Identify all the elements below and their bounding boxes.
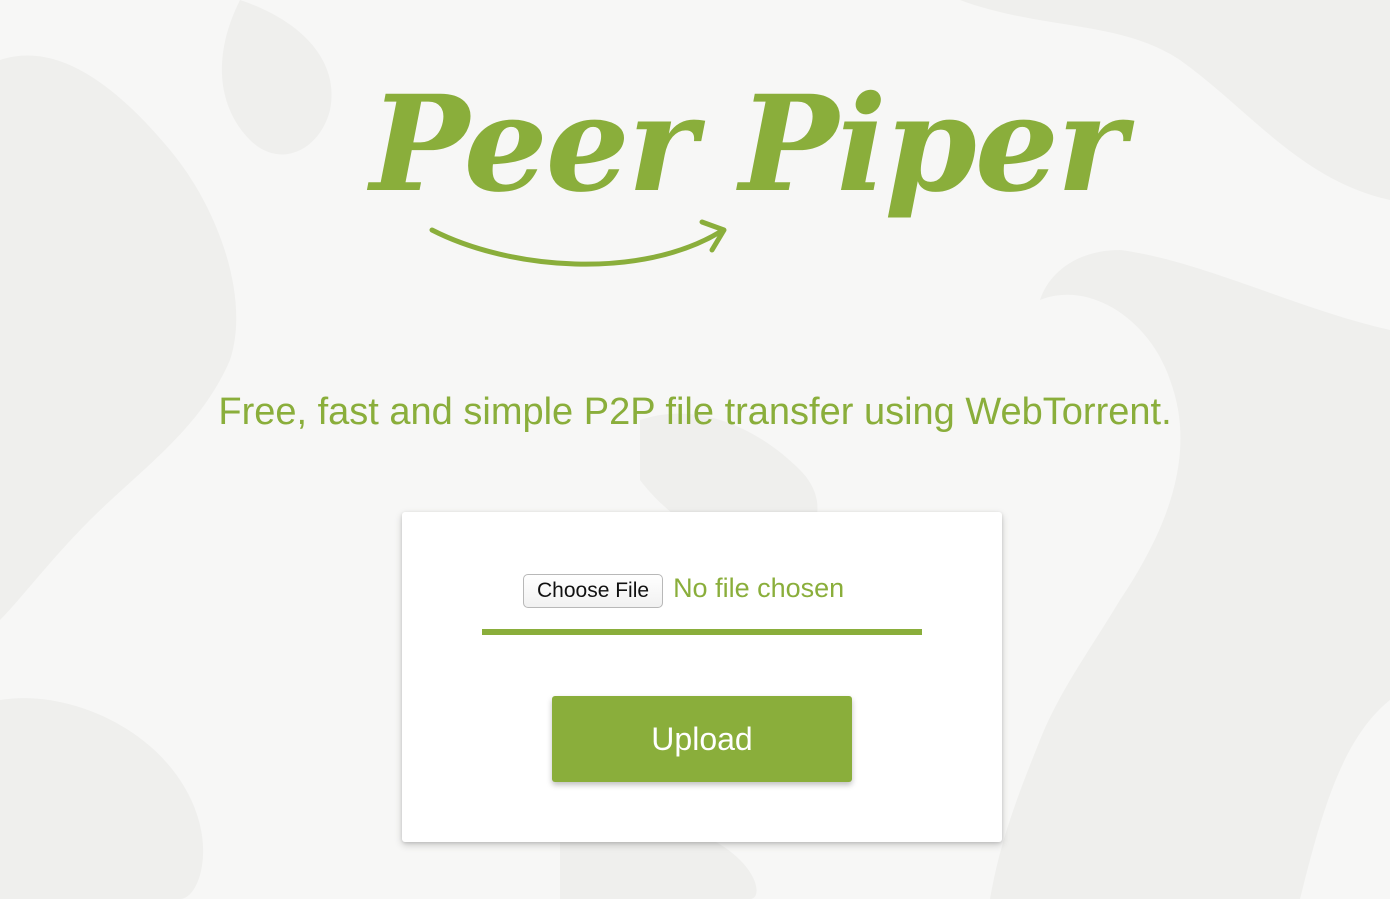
choose-file-button[interactable]: Choose File: [523, 574, 664, 608]
file-input-underline: [482, 629, 922, 635]
logo: Peer Piper: [370, 50, 1126, 290]
upload-button[interactable]: Upload: [552, 696, 852, 782]
tagline: Free, fast and simple P2P file transfer …: [218, 391, 1172, 433]
curved-arrow-icon: [429, 219, 727, 267]
file-picker: Choose File No file chosen: [523, 573, 845, 608]
upload-card: Choose File No file chosen Upload: [402, 512, 1002, 842]
file-status-text: No file chosen: [673, 573, 845, 603]
